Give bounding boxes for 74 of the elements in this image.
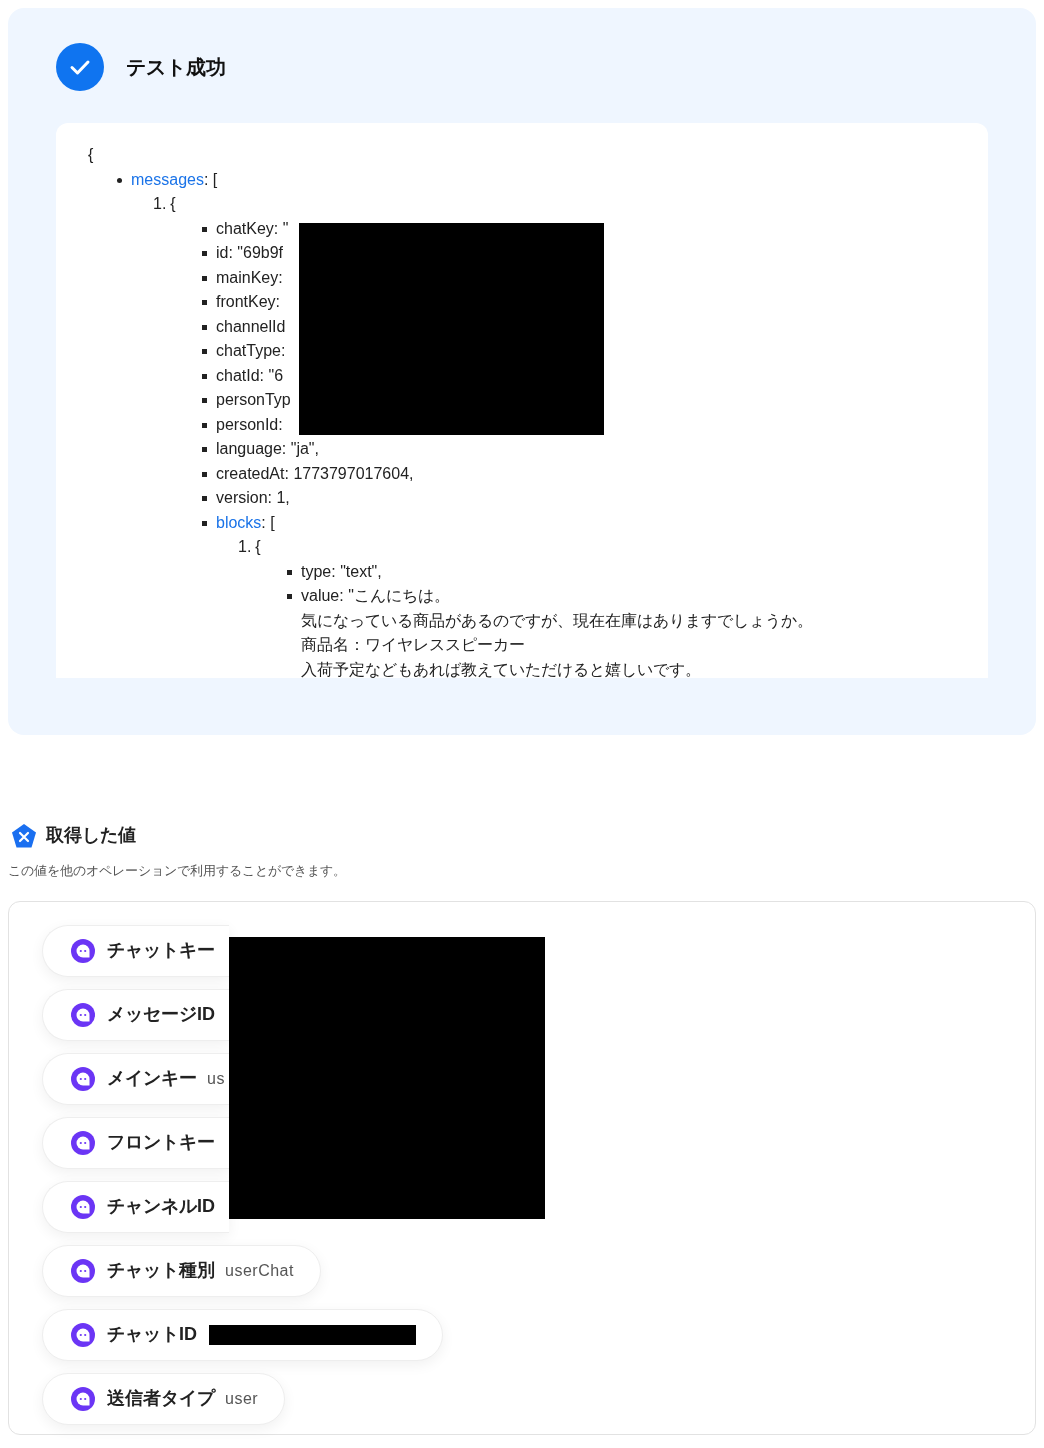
json-line: type: "text", — [301, 561, 382, 582]
bullet-icon — [287, 594, 292, 599]
json-key-link[interactable]: messages — [131, 170, 204, 188]
chat-bubble-icon — [71, 1322, 95, 1347]
chat-bubble-icon — [71, 1066, 95, 1091]
value-chip[interactable]: チャットキー — [42, 924, 229, 977]
list-number: 1. — [153, 194, 167, 214]
bullet-icon — [202, 447, 207, 452]
json-line: : [ — [261, 513, 275, 531]
json-line: personId: — [216, 414, 283, 435]
chat-bubble-icon — [71, 1194, 95, 1219]
json-key-link[interactable]: blocks — [216, 513, 262, 531]
chat-bubble-icon — [71, 938, 95, 963]
json-line: chatType: — [216, 341, 286, 361]
json-line: 気になっている商品があるのですが、現在在庫はありますでしょうか。 — [301, 610, 813, 631]
bullet-icon — [202, 324, 207, 330]
value-label: チャット種別 — [107, 1259, 215, 1282]
section-title: 取得した値 — [46, 824, 136, 847]
pentagon-logo-icon — [11, 822, 37, 849]
list-number: 1. — [238, 537, 252, 557]
json-line: chatId: "6 — [216, 365, 284, 386]
bullet-icon — [202, 300, 207, 305]
value-label: フロントキー — [107, 1131, 215, 1154]
value-label: チャットID — [107, 1323, 197, 1346]
json-line: { — [255, 537, 261, 557]
chat-bubble-icon — [71, 1386, 95, 1411]
bullet-icon — [202, 373, 207, 379]
value-label: チャットキー — [107, 939, 215, 962]
value-label: チャンネルID — [107, 1195, 215, 1218]
json-line: personTyp — [216, 390, 291, 410]
bullet-icon — [202, 251, 207, 256]
json-line: createdAt: 1773797017604, — [216, 463, 414, 484]
json-line: channelId — [216, 316, 286, 337]
json-line: chatKey: " — [216, 218, 289, 239]
json-line: 商品名：ワイヤレススピーカー — [301, 635, 526, 655]
chat-bubble-icon — [71, 1002, 95, 1027]
bullet-icon — [202, 349, 207, 354]
json-line: id: "69b9f — [216, 243, 284, 263]
value-label: メインキー — [107, 1067, 197, 1090]
value-text: user — [225, 1388, 259, 1409]
bullet-icon — [202, 471, 207, 477]
value-chip[interactable]: チャットID — [42, 1308, 443, 1361]
json-line: : [ — [203, 170, 218, 188]
value-label: 送信者タイプ — [107, 1387, 215, 1410]
bullet-icon — [202, 398, 207, 403]
chat-bubble-icon — [71, 1258, 95, 1283]
json-line: language: "ja", — [216, 439, 319, 459]
value-chip[interactable]: メッセージID — [42, 988, 229, 1041]
json-line: value: "こんにちは。 — [301, 586, 451, 606]
result-title: テスト成功 — [126, 55, 226, 80]
value-chip[interactable]: 送信者タイプ user — [42, 1372, 286, 1425]
bullet-icon — [202, 422, 207, 428]
value-text: us — [207, 1068, 225, 1089]
value-chip[interactable]: チャンネルID — [42, 1180, 229, 1233]
bullet-icon — [202, 496, 207, 501]
bullet-icon — [202, 226, 207, 232]
check-circle-icon — [56, 43, 104, 91]
chat-bubble-icon — [71, 1130, 95, 1155]
value-chip[interactable]: フロントキー — [42, 1116, 229, 1169]
json-line: { — [88, 145, 94, 165]
bullet-icon — [117, 177, 122, 183]
json-line: version: 1, — [216, 488, 290, 508]
json-line: frontKey: — [216, 292, 281, 312]
value-text: userChat — [225, 1260, 294, 1281]
value-chip[interactable]: チャット種別 userChat — [42, 1244, 321, 1297]
json-line: mainKey: — [216, 267, 283, 288]
bullet-icon — [287, 569, 292, 575]
bullet-icon — [202, 275, 207, 281]
bullet-icon — [202, 520, 207, 526]
json-line: { — [170, 194, 176, 214]
section-description: この値を他のオペレーションで利用することができます。 — [8, 862, 347, 880]
value-label: メッセージID — [107, 1003, 215, 1026]
json-line: 入荷予定などもあれば教えていただけると嬉しいです。 — [301, 659, 702, 678]
value-chip[interactable]: メインキー us — [42, 1052, 229, 1105]
